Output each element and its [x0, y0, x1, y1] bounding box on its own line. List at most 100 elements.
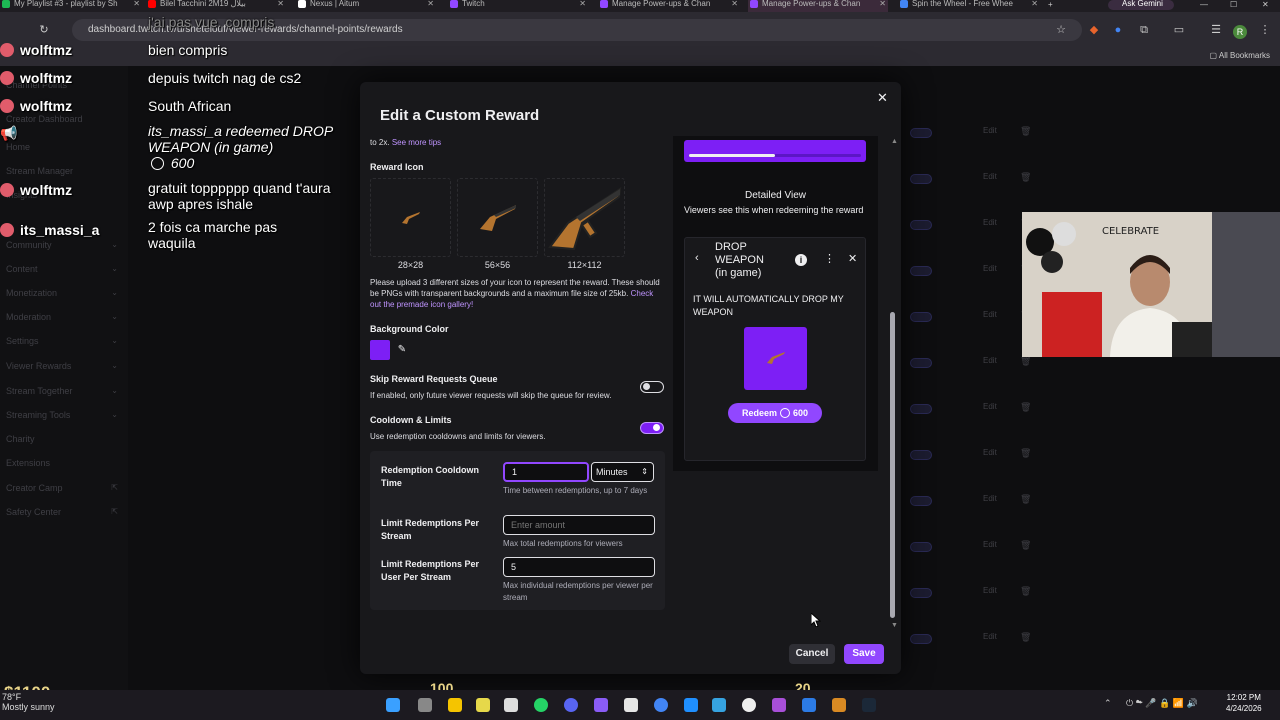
weather-widget[interactable]: 78°F Mostly sunny [2, 692, 55, 712]
system-clock[interactable]: 12:02 PM 4/24/2026 [1226, 692, 1262, 714]
edit-reward-button[interactable]: Edit [983, 356, 997, 365]
edit-reward-button[interactable]: Edit [983, 126, 997, 135]
minimize-icon[interactable]: — [1200, 0, 1208, 9]
reward-toggle[interactable] [910, 312, 932, 322]
sidebar-item-monetization[interactable]: Monetization ⌄ [6, 288, 126, 298]
close-tab-icon[interactable]: ✕ [427, 0, 434, 8]
reward-toggle[interactable] [910, 220, 932, 230]
start-icon[interactable] [386, 698, 400, 712]
maximize-icon[interactable]: ☐ [1230, 0, 1237, 9]
tab-twitch[interactable]: Twitch ✕ [448, 0, 588, 12]
extension-blue-icon[interactable]: ● [1112, 24, 1124, 36]
close-tab-icon[interactable]: ✕ [277, 0, 284, 8]
background-color-swatch[interactable] [370, 340, 390, 360]
app-icon[interactable] [684, 698, 698, 712]
close-tab-icon[interactable]: ✕ [731, 0, 738, 8]
edit-reward-button[interactable]: Edit [983, 586, 997, 595]
icon-upload-56[interactable] [457, 178, 538, 257]
tab-spin-wheel[interactable]: Spin the Wheel - Free Whee ✕ [898, 0, 1040, 12]
trash-icon[interactable]: 🗑 [1020, 494, 1031, 505]
icon-upload-112[interactable] [544, 178, 625, 257]
app-icon[interactable] [624, 698, 638, 712]
reward-toggle[interactable] [910, 128, 932, 138]
trash-icon[interactable]: 🗑 [1020, 448, 1031, 459]
app-icon[interactable] [504, 698, 518, 712]
sidebar-item-safety-center[interactable]: Safety Center ⇱ [6, 507, 126, 517]
tab-nexus[interactable]: Nexus | Aitum ✕ [296, 0, 436, 12]
sidebar-item-moderation[interactable]: Moderation ⌄ [6, 312, 126, 322]
reward-toggle[interactable] [910, 174, 932, 184]
trash-icon[interactable]: 🗑 [1020, 172, 1031, 183]
reward-toggle[interactable] [910, 450, 932, 460]
close-tab-icon[interactable]: ✕ [1031, 0, 1038, 8]
steam-icon[interactable] [862, 698, 876, 712]
kebab-menu-icon[interactable]: ⋮ [1259, 24, 1271, 36]
per-user-input[interactable] [503, 557, 655, 577]
modal-scrollbar[interactable] [890, 312, 895, 618]
edit-reward-button[interactable]: Edit [983, 402, 997, 411]
trash-icon[interactable]: 🗑 [1020, 540, 1031, 551]
back-icon[interactable]: ‹ [695, 252, 699, 264]
ask-gemini-button[interactable]: Ask Gemini [1108, 0, 1174, 10]
skip-queue-toggle[interactable] [640, 381, 664, 393]
close-icon[interactable]: ✕ [877, 90, 888, 106]
cooldown-unit-select[interactable]: Minutes ⇕ [591, 462, 654, 482]
new-tab-icon[interactable]: + [1048, 0, 1053, 9]
scroll-down-icon[interactable]: ▼ [891, 622, 898, 629]
cooldown-limits-toggle[interactable] [640, 422, 664, 434]
chrome-icon[interactable] [654, 698, 668, 712]
tab-power-ups-1[interactable]: Manage Power-ups & Chan ✕ [598, 0, 740, 12]
notes-icon[interactable] [476, 698, 490, 712]
star-icon[interactable]: ☆ [1055, 24, 1067, 36]
close-tab-icon[interactable]: ✕ [579, 0, 586, 8]
reward-toggle[interactable] [910, 358, 932, 368]
trash-icon[interactable]: 🗑 [1020, 632, 1031, 643]
reward-toggle[interactable] [910, 634, 932, 644]
close-window-icon[interactable]: ✕ [1262, 0, 1269, 9]
edit-reward-button[interactable]: Edit [983, 448, 997, 457]
edit-reward-button[interactable]: Edit [983, 264, 997, 273]
trash-icon[interactable]: 🗑 [1020, 356, 1031, 367]
tray-icons[interactable]: ⏻ ☁ 🎤 🔒 📶 🔊 [1126, 698, 1198, 709]
reward-toggle[interactable] [910, 266, 932, 276]
scroll-up-icon[interactable]: ▲ [891, 138, 898, 145]
sidebar-item-settings[interactable]: Settings ⌄ [6, 336, 126, 346]
eyedropper-icon[interactable]: ✎ [394, 342, 410, 358]
sidebar-item-content[interactable]: Content ⌄ [6, 264, 126, 274]
cancel-button[interactable]: Cancel [789, 644, 835, 664]
trash-icon[interactable]: 🗑 [1020, 126, 1031, 137]
sidebar-item-creator-camp[interactable]: Creator Camp ⇱ [6, 483, 126, 493]
whatsapp-icon[interactable] [534, 698, 548, 712]
edit-reward-button[interactable]: Edit [983, 494, 997, 503]
file-explorer-icon[interactable] [448, 698, 462, 712]
trash-icon[interactable]: 🗑 [1020, 586, 1031, 597]
reward-toggle[interactable] [910, 496, 932, 506]
close-tab-icon[interactable]: ✕ [133, 0, 140, 8]
obs-icon[interactable] [742, 698, 756, 712]
app-icon[interactable] [802, 698, 816, 712]
edit-reward-button[interactable]: Edit [983, 218, 997, 227]
tray-chevron-icon[interactable]: ⌃ [1104, 698, 1112, 709]
edit-reward-button[interactable]: Edit [983, 632, 997, 641]
sidepanel-icon[interactable]: ▭ [1173, 24, 1185, 36]
see-more-tips-link[interactable]: See more tips [392, 138, 441, 147]
reward-toggle[interactable] [910, 588, 932, 598]
sidebar-item-stream-together[interactable]: Stream Together ⌄ [6, 386, 126, 396]
close-tab-icon[interactable]: ✕ [879, 0, 886, 8]
tab-spotify[interactable]: My Playlist #3 - playlist by Sh ✕ [0, 0, 142, 12]
edit-reward-button[interactable]: Edit [983, 540, 997, 549]
cooldown-time-input[interactable] [503, 462, 589, 482]
app-icon[interactable] [594, 698, 608, 712]
per-stream-input[interactable] [503, 515, 655, 535]
extensions-icon[interactable]: ⧉ [1138, 24, 1150, 36]
tab-youtube[interactable]: Bilel Tacchini 2M19 بيلال ✕ [146, 0, 286, 12]
close-icon[interactable]: ✕ [848, 252, 857, 265]
save-button[interactable]: Save [844, 644, 884, 664]
redeem-button[interactable]: Redeem 600 [728, 403, 822, 423]
info-icon[interactable]: i [795, 254, 807, 266]
app-icon[interactable] [772, 698, 786, 712]
icon-upload-28[interactable] [370, 178, 451, 257]
task-view-icon[interactable] [418, 698, 432, 712]
reward-toggle[interactable] [910, 404, 932, 414]
app-icon[interactable] [712, 698, 726, 712]
